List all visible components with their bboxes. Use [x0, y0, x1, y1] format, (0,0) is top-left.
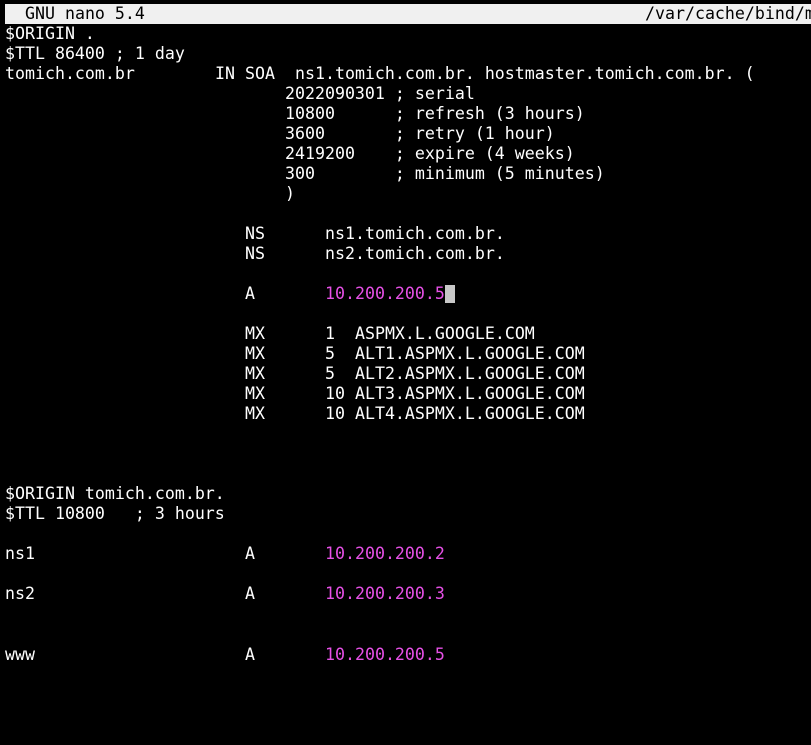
a-record-row: A 10.200.200.5 — [5, 284, 811, 304]
record-type: A — [245, 284, 255, 303]
record-value: ns1.tomich.com.br. — [325, 224, 505, 243]
ip-address: 10.200.200.5 — [325, 284, 445, 303]
soa-refresh: 10800 ; refresh (3 hours) — [285, 104, 585, 123]
soa-minimum-line: 300 ; minimum (5 minutes) — [5, 164, 811, 184]
record-value: 10 ALT3.ASPMX.L.GOOGLE.COM — [325, 384, 585, 403]
mx-record-row: MX 5 ALT2.ASPMX.L.GOOGLE.COM — [5, 364, 811, 384]
record-value-wrap: 10.200.200.5 — [325, 284, 455, 304]
record-value: ns2.tomich.com.br. — [325, 244, 505, 263]
soa-serial-line: 2022090301 ; serial — [5, 84, 811, 104]
mx-record-row: MX 5 ALT1.ASPMX.L.GOOGLE.COM — [5, 344, 811, 364]
origin-line: $ORIGIN tomich.com.br. — [5, 484, 811, 504]
record-value: 1 ASPMX.L.GOOGLE.COM — [325, 324, 535, 343]
host-name: www — [5, 645, 35, 664]
ttl-directive: $TTL 10800 ; 3 hours — [5, 504, 225, 523]
soa-close-paren: ) — [285, 184, 295, 203]
record-value: 5 ALT2.ASPMX.L.GOOGLE.COM — [325, 364, 585, 383]
record-type: MX — [245, 364, 265, 383]
host-name: ns2 — [5, 584, 35, 603]
editor-name: GNU nano 5.4 — [25, 4, 145, 23]
soa-line: tomich.com.br IN SOA ns1.tomich.com.br. … — [5, 64, 811, 84]
soa-minimum: 300 ; minimum (5 minutes) — [285, 164, 605, 183]
soa-mname-rname: ns1.tomich.com.br. hostmaster.tomich.com… — [295, 64, 755, 83]
mx-record-row: MX 10 ALT4.ASPMX.L.GOOGLE.COM — [5, 404, 811, 424]
soa-expire-line: 2419200 ; expire (4 weeks) — [5, 144, 811, 164]
record-type: MX — [245, 324, 265, 343]
soa-retry-line: 3600 ; retry (1 hour) — [5, 124, 811, 144]
soa-retry: 3600 ; retry (1 hour) — [285, 124, 555, 143]
record-type: NS — [245, 224, 265, 243]
soa-class-type: IN SOA — [215, 64, 275, 83]
ttl-line: $TTL 86400 ; 1 day — [5, 44, 811, 64]
record-value: 10 ALT4.ASPMX.L.GOOGLE.COM — [325, 404, 585, 423]
host-record-row: ns1 A 10.200.200.2 — [5, 544, 811, 564]
soa-owner: tomich.com.br — [5, 64, 135, 83]
nano-titlebar: GNU nano 5.4 /var/cache/bind/m — [5, 4, 811, 24]
record-type: MX — [245, 404, 265, 423]
ip-address: 10.200.200.3 — [325, 584, 445, 603]
ip-address: 10.200.200.5 — [325, 645, 445, 664]
ttl-line: $TTL 10800 ; 3 hours — [5, 504, 811, 524]
editor-text-area[interactable]: $ORIGIN . $TTL 86400 ; 1 day tomich.com.… — [5, 24, 811, 665]
ttl-directive: $TTL 86400 ; 1 day — [5, 44, 185, 63]
ns-record-row: NS ns2.tomich.com.br. — [5, 244, 811, 264]
record-type: A — [245, 584, 255, 603]
soa-serial: 2022090301 ; serial — [285, 84, 475, 103]
soa-refresh-line: 10800 ; refresh (3 hours) — [5, 104, 811, 124]
record-type: A — [245, 544, 255, 563]
record-type: A — [245, 645, 255, 664]
record-type: MX — [245, 344, 265, 363]
mx-record-row: MX 1 ASPMX.L.GOOGLE.COM — [5, 324, 811, 344]
text-cursor — [444, 285, 455, 303]
origin-line: $ORIGIN . — [5, 24, 811, 44]
host-record-row: ns2 A 10.200.200.3 — [5, 584, 811, 604]
soa-expire: 2419200 ; expire (4 weeks) — [285, 144, 575, 163]
record-value: 5 ALT1.ASPMX.L.GOOGLE.COM — [325, 344, 585, 363]
record-type: MX — [245, 384, 265, 403]
ip-address: 10.200.200.2 — [325, 544, 445, 563]
soa-close-line: ) — [5, 184, 811, 204]
origin-directive: $ORIGIN tomich.com.br. — [5, 484, 225, 503]
mx-record-row: MX 10 ALT3.ASPMX.L.GOOGLE.COM — [5, 384, 811, 404]
ns-record-row: NS ns1.tomich.com.br. — [5, 224, 811, 244]
host-record-row: www A 10.200.200.5 — [5, 645, 811, 665]
host-name: ns1 — [5, 544, 35, 563]
file-path: /var/cache/bind/m — [645, 4, 811, 23]
origin-directive: $ORIGIN . — [5, 24, 95, 43]
record-type: NS — [245, 244, 265, 263]
